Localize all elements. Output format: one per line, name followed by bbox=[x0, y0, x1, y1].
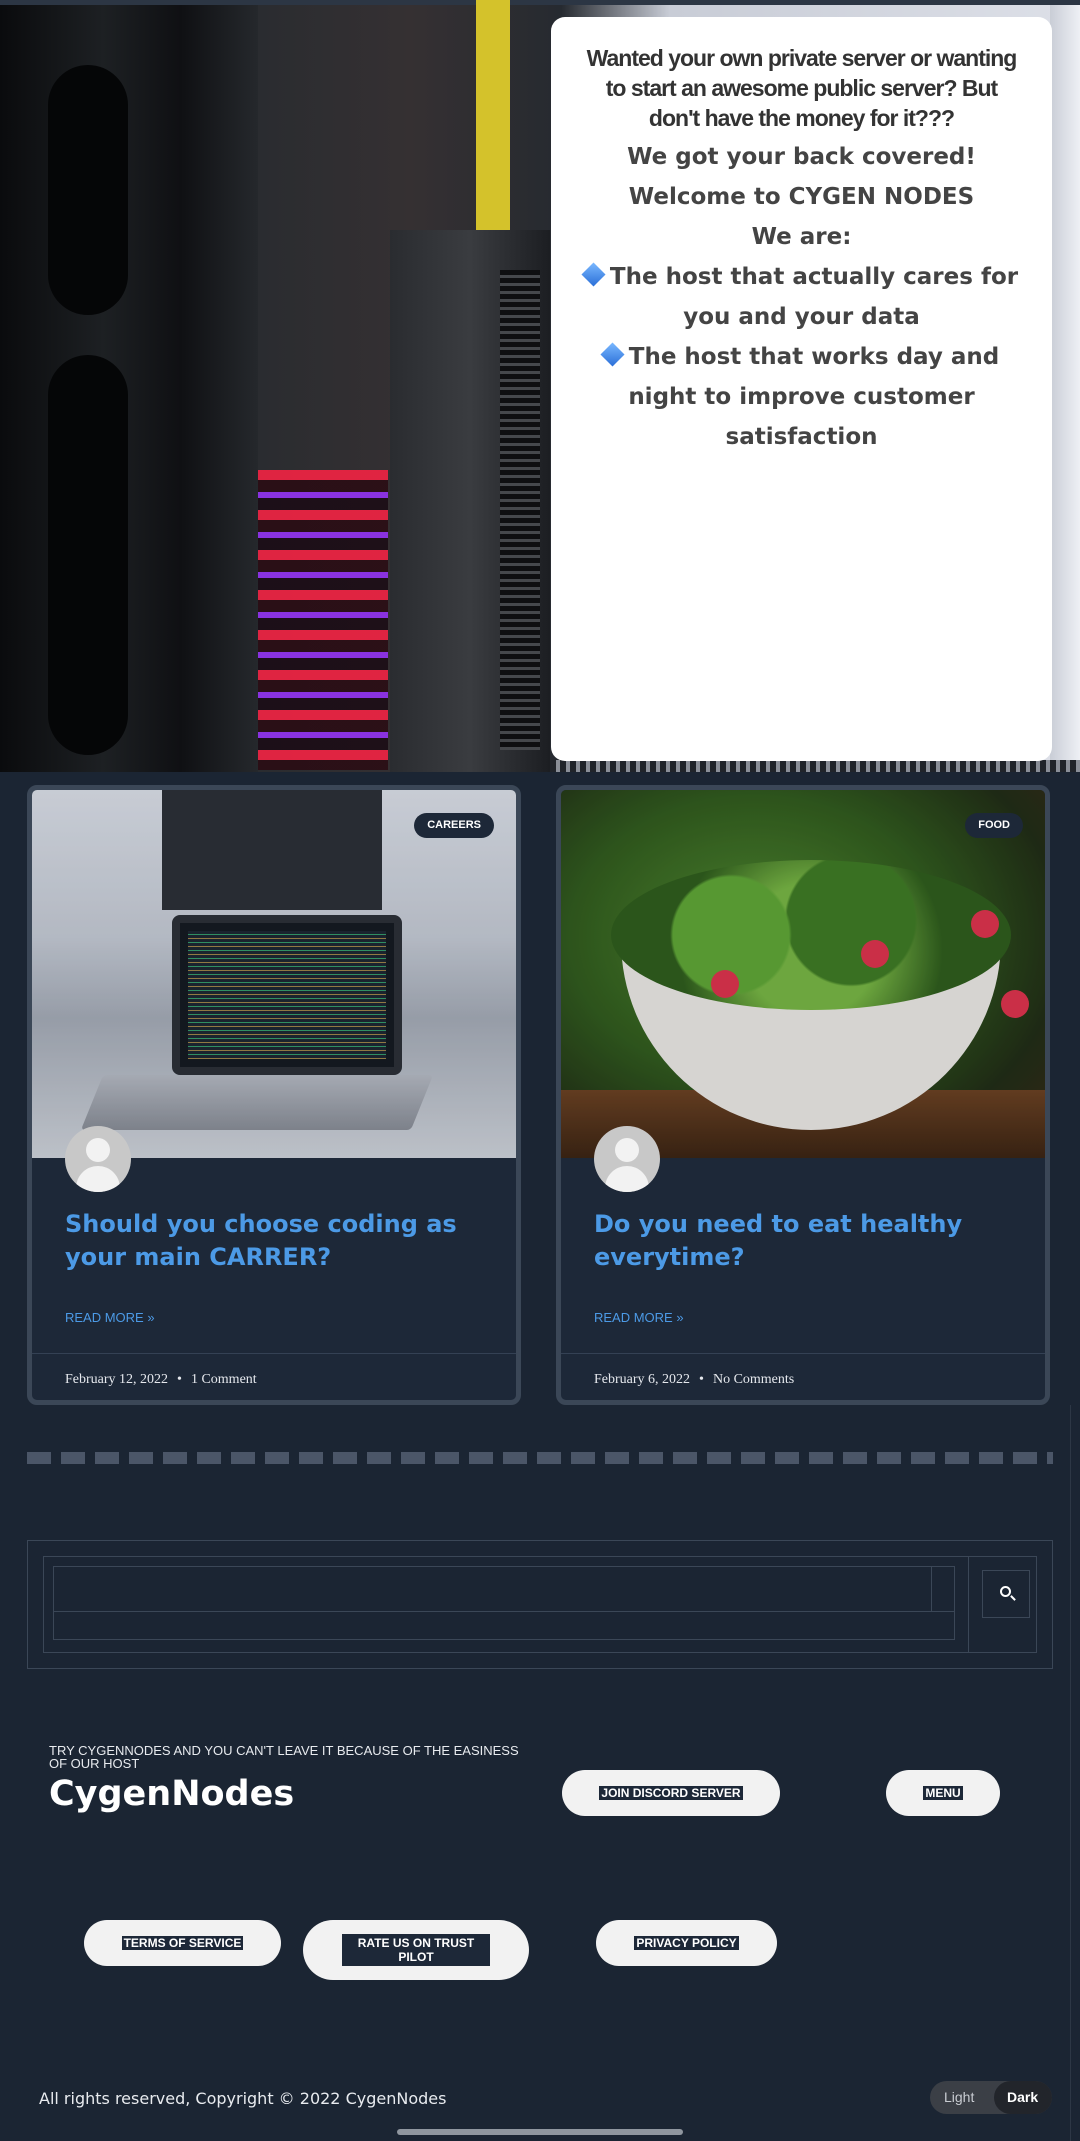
rack-slot bbox=[48, 65, 128, 315]
rack-vent bbox=[500, 270, 540, 750]
hero-lead-text: Wanted your own private server or wantin… bbox=[586, 45, 1018, 131]
search-input-box bbox=[54, 1567, 932, 1611]
server-rack-image bbox=[390, 230, 550, 772]
meta-separator: • bbox=[699, 1372, 704, 1387]
divider bbox=[561, 1353, 1045, 1354]
dashed-divider bbox=[27, 1452, 1053, 1464]
hero-line: We got your back covered! bbox=[627, 144, 976, 170]
theme-light-option[interactable]: Light bbox=[944, 2081, 974, 2114]
search-input[interactable] bbox=[53, 1566, 955, 1640]
rate-us-trustpilot-button[interactable]: RATE US ON TRUST PILOT bbox=[303, 1920, 529, 1980]
avatar-head bbox=[86, 1138, 110, 1162]
search-button[interactable] bbox=[982, 1570, 1030, 1618]
post-comments: 1 Comment bbox=[190, 1372, 257, 1387]
search-form bbox=[43, 1556, 1037, 1653]
home-indicator[interactable] bbox=[397, 2129, 683, 2135]
hero-right-edge bbox=[1050, 5, 1080, 772]
rack-slot bbox=[48, 355, 128, 755]
post-meta: February 6, 2022 • No Comments bbox=[594, 1372, 794, 1388]
hero-line: Welcome to CYGEN NODES bbox=[628, 184, 975, 210]
post-title-link[interactable]: Should you choose coding as your main CA… bbox=[65, 1208, 495, 1274]
theme-toggle[interactable]: Light Dark bbox=[930, 2081, 1052, 2114]
post-date: February 12, 2022 bbox=[65, 1372, 169, 1387]
terms-of-service-button[interactable]: TERMS OF SERVICE bbox=[84, 1920, 281, 1966]
meta-separator: • bbox=[177, 1372, 182, 1387]
post-title-link[interactable]: Do you need to eat healthy everytime? bbox=[594, 1208, 1024, 1274]
join-discord-label: JOIN DISCORD SERVER bbox=[599, 1786, 743, 1800]
hero-line: We are: bbox=[751, 224, 852, 250]
theme-dark-option[interactable]: Dark bbox=[994, 2081, 1052, 2114]
author-avatar bbox=[594, 1126, 660, 1192]
terms-label: TERMS OF SERVICE bbox=[121, 1936, 244, 1950]
brand-name: CygenNodes bbox=[49, 1774, 295, 1814]
avatar-body bbox=[76, 1166, 120, 1192]
post-card-food[interactable]: FOOD Do you need to eat healthy everytim… bbox=[556, 785, 1050, 1405]
join-discord-button[interactable]: JOIN DISCORD SERVER bbox=[562, 1770, 780, 1816]
blue-diamond-icon bbox=[600, 342, 625, 367]
category-badge[interactable]: CAREERS bbox=[414, 813, 494, 838]
copyright-text: All rights reserved, Copyright © 2022 Cy… bbox=[39, 2089, 447, 2108]
hero-intro-card: Wanted your own private server or wantin… bbox=[551, 17, 1052, 761]
hero-bullet: The host that works day and night to imp… bbox=[579, 337, 1024, 457]
post-date: February 6, 2022 bbox=[594, 1372, 691, 1387]
page-edge-line bbox=[1070, 1405, 1071, 2141]
thumb-overlay bbox=[561, 790, 1045, 1158]
hero-section: Wanted your own private server or wantin… bbox=[0, 0, 1080, 772]
hero-bullet: The host that actually cares for you and… bbox=[579, 257, 1024, 337]
rate-us-label: RATE US ON TRUST PILOT bbox=[342, 1934, 490, 1966]
search-input-row bbox=[54, 1611, 954, 1612]
avatar-body bbox=[605, 1166, 649, 1192]
avatar-head bbox=[615, 1138, 639, 1162]
search-widget bbox=[27, 1540, 1053, 1669]
thumb-overlay bbox=[32, 790, 516, 1158]
category-badge[interactable]: FOOD bbox=[965, 813, 1023, 838]
privacy-label: PRIVACY POLICY bbox=[634, 1936, 739, 1950]
menu-button[interactable]: MENU bbox=[886, 1770, 1000, 1816]
hero-bullet-text: The host that actually cares for you and… bbox=[609, 264, 1019, 330]
search-cell-divider bbox=[968, 1557, 969, 1652]
post-card-careers[interactable]: CAREERS Should you choose coding as your… bbox=[27, 785, 521, 1405]
divider bbox=[32, 1353, 516, 1354]
post-comments: No Comments bbox=[712, 1372, 795, 1387]
read-more-link[interactable]: READ MORE » bbox=[65, 1310, 155, 1325]
footer-tagline: TRY CYGENNODES AND YOU CAN'T LEAVE IT BE… bbox=[49, 1743, 519, 1771]
laptop-code-image[interactable]: CAREERS bbox=[32, 790, 516, 1158]
menu-label: MENU bbox=[923, 1786, 963, 1800]
hero-bottom-strip bbox=[550, 760, 1080, 772]
privacy-policy-button[interactable]: PRIVACY POLICY bbox=[596, 1920, 777, 1966]
salad-bowl-image[interactable]: FOOD bbox=[561, 790, 1045, 1158]
server-leds-image bbox=[258, 470, 388, 770]
read-more-link[interactable]: READ MORE » bbox=[594, 1310, 684, 1325]
hero-bullet-text: The host that works day and night to imp… bbox=[628, 344, 1000, 450]
blue-diamond-icon bbox=[581, 262, 606, 287]
search-icon bbox=[1000, 1586, 1011, 1597]
author-avatar bbox=[65, 1126, 131, 1192]
server-rack-image bbox=[0, 5, 258, 772]
post-meta: February 12, 2022 • 1 Comment bbox=[65, 1372, 257, 1388]
